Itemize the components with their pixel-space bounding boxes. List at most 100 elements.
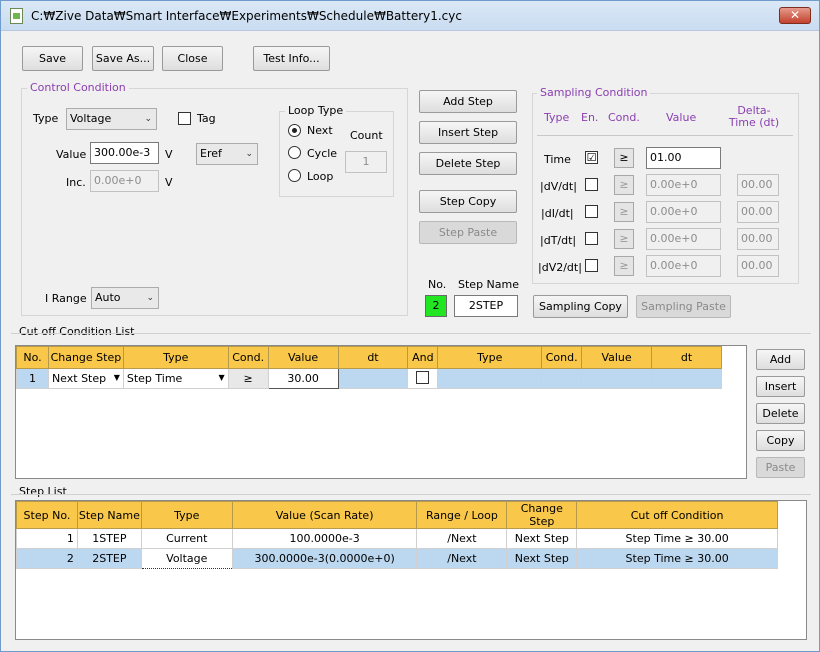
tag-checkbox[interactable] bbox=[178, 112, 191, 125]
loop-loop-radio[interactable] bbox=[288, 169, 301, 182]
cutoff-add-button[interactable]: Add bbox=[756, 349, 805, 370]
control-condition-legend: Control Condition bbox=[27, 81, 129, 94]
loop-loop-label: Loop bbox=[307, 170, 334, 183]
cutoff-row[interactable]: 1 Next Step ▼ Step Time ▼ ≥ 30.00 bbox=[16, 368, 722, 389]
inc-label: Inc. bbox=[66, 176, 86, 189]
save-as-button[interactable]: Save As... bbox=[92, 46, 154, 71]
sampling-row-checkbox[interactable] bbox=[585, 178, 598, 191]
reference-select[interactable]: Eref ⌄ bbox=[196, 143, 258, 165]
step-name-label: Step Name bbox=[458, 278, 519, 291]
sampling-row-value-input[interactable]: 0.00e+0 bbox=[646, 255, 721, 277]
sampling-row-cond-button[interactable]: ≥ bbox=[614, 175, 634, 195]
cutoff-paste-button[interactable]: Paste bbox=[756, 457, 805, 478]
count-label: Count bbox=[350, 129, 383, 142]
window-title: C:₩Zive Data₩Smart Interface₩Experiments… bbox=[31, 9, 462, 23]
reference-select-value: Eref bbox=[200, 147, 222, 160]
main-window: C:₩Zive Data₩Smart Interface₩Experiments… bbox=[0, 0, 820, 652]
cutoff-col-change-step: Change Step bbox=[47, 346, 124, 369]
cutoff-insert-button[interactable]: Insert bbox=[756, 376, 805, 397]
irange-select-value: Auto bbox=[95, 291, 121, 304]
cutoff-col-value: Value bbox=[267, 346, 339, 369]
delete-step-button[interactable]: Delete Step bbox=[419, 152, 517, 175]
cutoff-value-input[interactable]: 30.00 bbox=[267, 368, 339, 389]
cutoff-value2-cell[interactable] bbox=[581, 368, 653, 389]
steplist-cell-step-no: 1 bbox=[16, 528, 78, 549]
cutoff-type2-cell[interactable] bbox=[437, 368, 543, 389]
loop-cycle-radio[interactable] bbox=[288, 146, 301, 159]
cutoff-cond2-cell[interactable] bbox=[541, 368, 583, 389]
inc-input[interactable]: 0.00e+0 bbox=[90, 170, 159, 192]
cutoff-dt-cell[interactable] bbox=[337, 368, 409, 389]
sampling-row-cond-button[interactable]: ≥ bbox=[614, 229, 634, 249]
sampling-row-checkbox[interactable] bbox=[585, 232, 598, 245]
chevron-down-icon: ⌄ bbox=[245, 149, 253, 159]
steplist-cell-cutoff: Step Time ≥ 30.00 bbox=[576, 548, 778, 569]
irange-select[interactable]: Auto ⌄ bbox=[91, 287, 159, 309]
cutoff-change-step-value: Next Step bbox=[51, 372, 107, 385]
chevron-down-icon: ⌄ bbox=[144, 114, 152, 124]
cutoff-type-select[interactable]: Step Time ▼ bbox=[122, 368, 229, 389]
steplist-cell-value: 100.0000e-3 bbox=[231, 528, 418, 549]
cutoff-and-checkbox[interactable] bbox=[416, 370, 430, 384]
sampling-row-value-input[interactable]: 0.00e+0 bbox=[646, 174, 721, 196]
cutoff-col-dt-2: dt bbox=[651, 346, 722, 369]
steplist-header-row: Step No. Step Name Type Value (Scan Rate… bbox=[16, 501, 778, 529]
sampling-row-value-input[interactable]: 01.00 bbox=[646, 147, 721, 169]
loop-next-radio[interactable] bbox=[288, 124, 301, 137]
sampling-row-dt-input[interactable]: 00.00 bbox=[737, 174, 779, 196]
close-button[interactable]: Close bbox=[162, 46, 223, 71]
sampling-row-cond-button[interactable]: ≥ bbox=[614, 148, 634, 168]
sampling-row-type: Time bbox=[544, 153, 571, 166]
steplist-row-selected[interactable]: 2 2STEP Voltage 300.0000e-3(0.0000e+0) /… bbox=[16, 548, 778, 569]
sampling-row-dt-input[interactable]: 00.00 bbox=[737, 255, 779, 277]
cutoff-dt2-cell[interactable] bbox=[651, 368, 722, 389]
step-name-input[interactable]: 2STEP bbox=[454, 295, 518, 317]
sampling-paste-button[interactable]: Sampling Paste bbox=[636, 295, 731, 318]
sampling-row-checkbox[interactable] bbox=[585, 205, 598, 218]
steplist-row[interactable]: 1 1STEP Current 100.0000e-3 /Next Next S… bbox=[16, 528, 778, 549]
loop-next-label: Next bbox=[307, 124, 333, 137]
sampling-row-dt-input[interactable]: 00.00 bbox=[737, 228, 779, 250]
sampling-copy-button[interactable]: Sampling Copy bbox=[533, 295, 628, 318]
step-copy-button[interactable]: Step Copy bbox=[419, 190, 517, 213]
steplist-col-value: Value (Scan Rate) bbox=[231, 501, 418, 529]
steplist-cell-step-name: 2STEP bbox=[76, 548, 142, 569]
cutoff-col-cond: Cond. bbox=[227, 346, 269, 369]
steplist-table: Step No. Step Name Type Value (Scan Rate… bbox=[16, 501, 778, 569]
sampling-header-en: En. bbox=[581, 111, 599, 124]
sampling-header-divider bbox=[537, 135, 793, 136]
sampling-row-checkbox[interactable]: ☑ bbox=[585, 151, 598, 164]
sampling-row-value-input[interactable]: 0.00e+0 bbox=[646, 201, 721, 223]
steplist-cell-type: Voltage bbox=[140, 548, 233, 569]
value-input[interactable]: 300.00e-3 bbox=[90, 142, 159, 164]
steplist-section-title: Step List bbox=[19, 485, 67, 498]
insert-step-button[interactable]: Insert Step bbox=[419, 121, 517, 144]
steplist-cell-cutoff: Step Time ≥ 30.00 bbox=[576, 528, 778, 549]
steplist-col-step-name: Step Name bbox=[76, 501, 142, 529]
irange-label: I Range bbox=[45, 292, 87, 305]
cutoff-cond-button[interactable]: ≥ bbox=[227, 368, 269, 389]
cutoff-change-step-select[interactable]: Next Step ▼ bbox=[47, 368, 124, 389]
steplist-cell-range-loop: /Next bbox=[416, 548, 508, 569]
cutoff-delete-button[interactable]: Delete bbox=[756, 403, 805, 424]
cutoff-and-cell[interactable] bbox=[407, 368, 439, 389]
sampling-row-cond-button[interactable]: ≥ bbox=[614, 202, 634, 222]
type-select[interactable]: Voltage ⌄ bbox=[66, 108, 157, 130]
steplist-cell-step-no: 2 bbox=[16, 548, 78, 569]
cutoff-col-no: No. bbox=[16, 346, 49, 369]
save-button[interactable]: Save bbox=[22, 46, 83, 71]
test-info-button[interactable]: Test Info... bbox=[253, 46, 330, 71]
sampling-row-value-input[interactable]: 0.00e+0 bbox=[646, 228, 721, 250]
cutoff-copy-button[interactable]: Copy bbox=[756, 430, 805, 451]
count-input[interactable]: 1 bbox=[345, 151, 387, 173]
cutoff-grid: No. Change Step Type Cond. Value dt And … bbox=[15, 345, 747, 479]
loop-type-legend: Loop Type bbox=[285, 104, 347, 117]
close-window-button[interactable]: ✕ bbox=[779, 7, 811, 24]
sampling-row-cond-button[interactable]: ≥ bbox=[614, 256, 634, 276]
add-step-button[interactable]: Add Step bbox=[419, 90, 517, 113]
step-paste-button[interactable]: Step Paste bbox=[419, 221, 517, 244]
title-bar: C:₩Zive Data₩Smart Interface₩Experiments… bbox=[1, 1, 819, 31]
type-label: Type bbox=[33, 112, 59, 125]
sampling-row-checkbox[interactable] bbox=[585, 259, 598, 272]
sampling-row-dt-input[interactable]: 00.00 bbox=[737, 201, 779, 223]
